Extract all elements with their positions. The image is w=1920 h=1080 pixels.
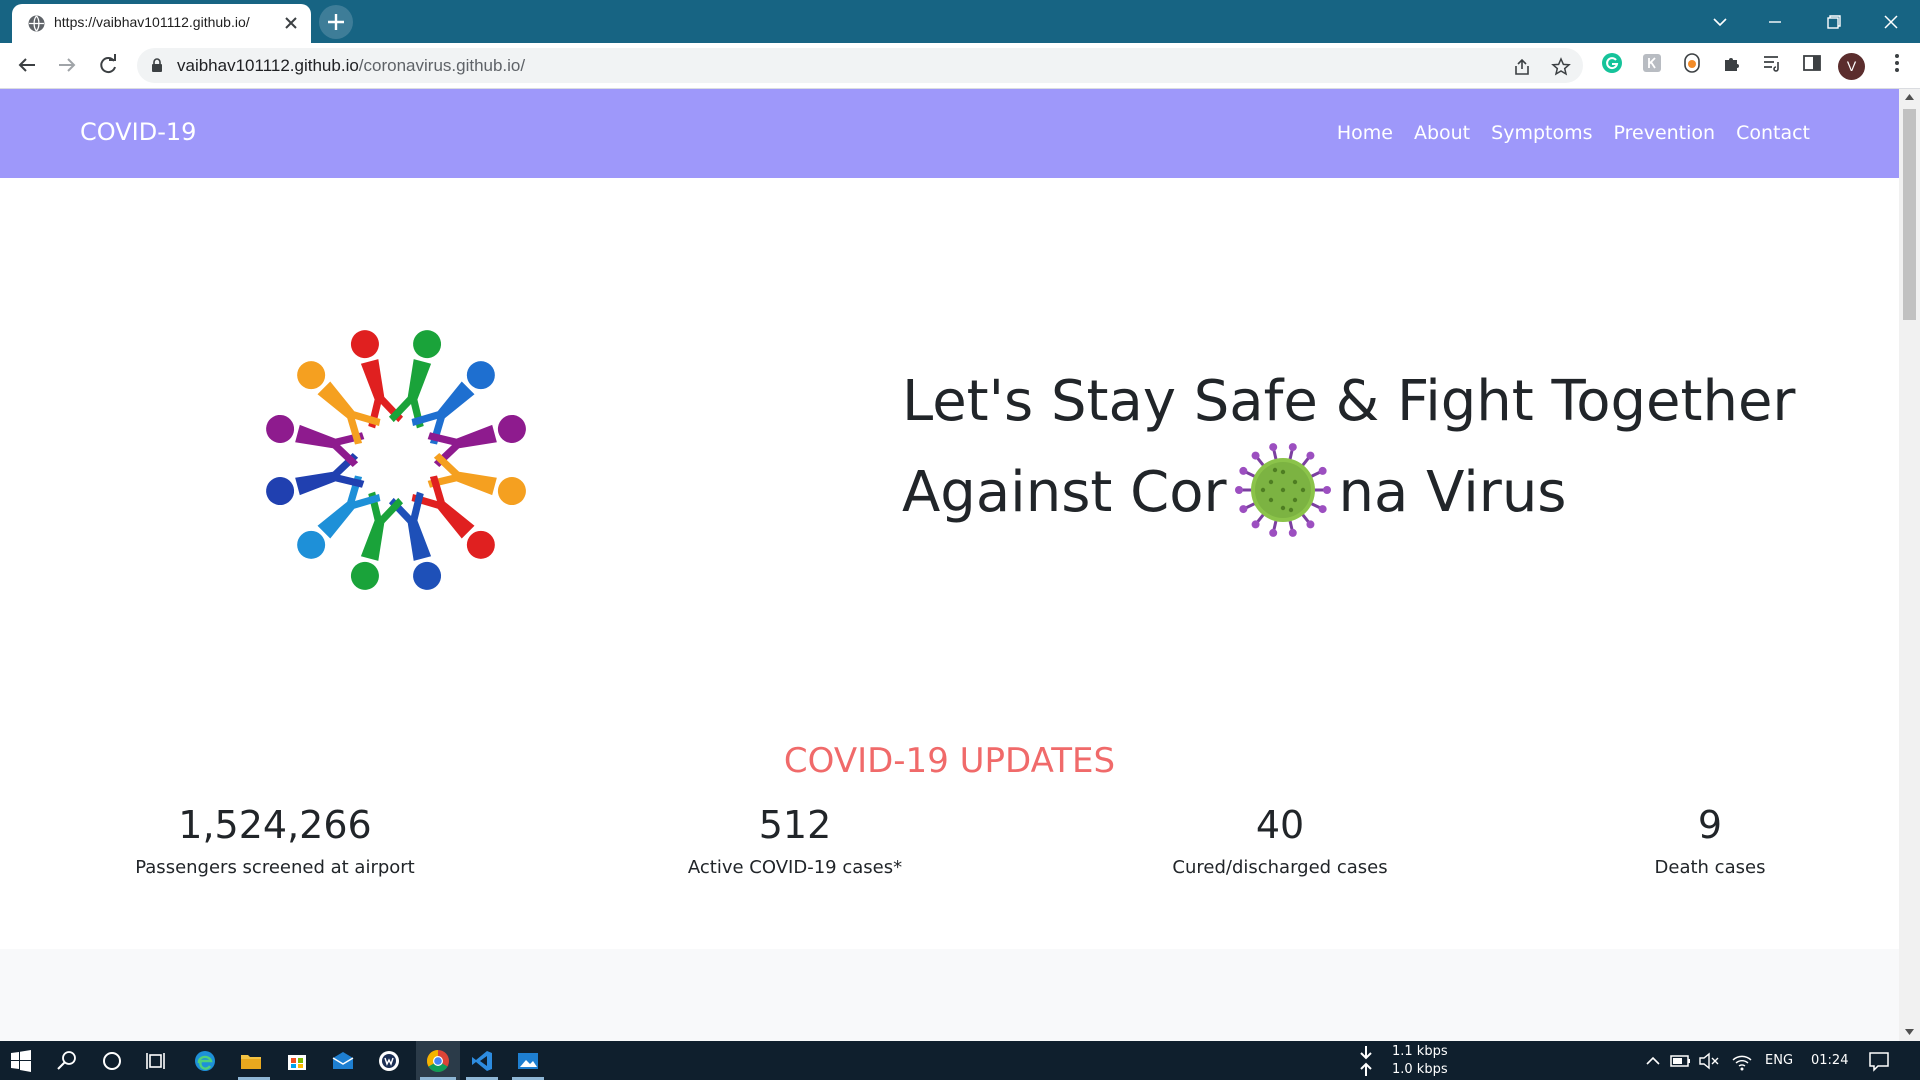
site-nav-links: Home About Symptoms Prevention Contact [1337,122,1810,144]
scroll-up-icon[interactable] [1904,92,1915,102]
grammarly-icon[interactable] [1601,52,1623,74]
hero-line-1: Let's Stay Safe & Fight Together [902,369,1796,434]
restore-icon[interactable] [1818,8,1848,36]
stat-label: Death cases [1654,857,1766,878]
people-circle-logo [266,330,526,590]
file-explorer-icon[interactable] [238,1048,264,1074]
stat-value: 512 [758,803,832,847]
nav-link-contact[interactable]: Contact [1736,122,1810,144]
side-panel-icon[interactable] [1801,52,1823,74]
stat-label: Active COVID-19 cases* [687,857,903,878]
reload-icon[interactable] [94,51,122,79]
lock-icon[interactable] [150,58,164,73]
chevron-up-icon[interactable] [1640,1048,1666,1074]
battery-icon[interactable] [1668,1048,1694,1074]
stat-value: 40 [1255,803,1305,847]
vscode-icon[interactable] [469,1048,495,1074]
extension-orange-icon[interactable] [1681,52,1703,74]
net-up-speed: 1.0 kbps [1392,1062,1448,1077]
bookmark-star-icon[interactable] [1551,57,1571,77]
edge-icon[interactable] [192,1048,218,1074]
site-navbar: COVID-19 Home About Symptoms Prevention … [0,89,1899,178]
extensions-puzzle-icon[interactable] [1721,52,1743,74]
url-host: vaibhav101112.github.io [177,56,359,75]
close-window-icon[interactable] [1876,8,1906,36]
nav-link-about[interactable]: About [1414,122,1470,144]
minimize-icon[interactable] [1760,8,1790,36]
tab-title: https://vaibhav101112.github.io/ [54,14,250,30]
url-path: /coronavirus.github.io/ [358,56,526,75]
mail-icon[interactable] [330,1048,356,1074]
network-speed-arrows-icon [1360,1046,1372,1076]
volume-muted-icon[interactable] [1696,1048,1722,1074]
site-brand[interactable]: COVID-19 [80,118,196,146]
stat-label: Passengers screened at airport [135,857,415,878]
stat-deaths: 9 Death cases [1560,803,1860,878]
page-viewport: COVID-19 Home About Symptoms Prevention … [0,89,1899,1041]
globe-icon [28,15,45,32]
windows-start-icon[interactable] [8,1048,34,1074]
forward-icon[interactable] [53,51,81,79]
stat-active-cases: 512 Active COVID-19 cases* [645,803,945,878]
language-indicator[interactable]: ENG [1765,1053,1793,1068]
new-tab-button[interactable] [319,5,353,39]
share-icon[interactable] [1512,57,1532,77]
task-view-icon[interactable] [144,1048,170,1074]
browser-tab[interactable]: https://vaibhav101112.github.io/ [12,4,311,43]
nav-link-symptoms[interactable]: Symptoms [1491,122,1592,144]
page-scrollbar[interactable] [1899,89,1920,1041]
cortana-icon[interactable] [99,1048,125,1074]
hero-heading: Let's Stay Safe & Fight Together Against… [902,357,1795,546]
next-section [0,949,1899,1041]
browser-toolbar: vaibhav101112.github.io/coronavirus.gith… [0,43,1920,89]
tab-search-icon[interactable] [1705,8,1735,36]
chrome-taskbar-active[interactable] [416,1041,460,1080]
browser-titlebar: https://vaibhav101112.github.io/ [0,0,1920,43]
nav-link-prevention[interactable]: Prevention [1614,122,1716,144]
hero-line-2-part-a: Against Cor [902,460,1227,526]
notifications-icon[interactable] [1866,1048,1892,1074]
stat-value: 9 [1697,803,1723,847]
wifi-icon[interactable] [1729,1048,1755,1074]
updates-title: COVID-19 UPDATES [783,741,1116,781]
clock[interactable]: 01:24 [1811,1053,1848,1068]
chrome-icon [427,1050,449,1072]
stat-label: Cured/discharged cases [1172,857,1388,878]
close-tab-icon[interactable] [282,14,300,32]
stat-cured: 40 Cured/discharged cases [1130,803,1430,878]
plus-icon [328,14,344,30]
stat-value: 1,524,266 [178,803,372,847]
scroll-down-icon[interactable] [1904,1027,1915,1037]
reading-list-icon[interactable] [1761,52,1783,74]
hero-line-2: Against Cor na Virus [902,443,1795,546]
nav-link-home[interactable]: Home [1337,122,1393,144]
url-text[interactable]: vaibhav101112.github.io/coronavirus.gith… [177,56,525,76]
app-w-icon[interactable] [376,1048,402,1074]
windows-taskbar: 1.1 kbps 1.0 kbps ENG 01:24 [0,1041,1920,1080]
address-bar[interactable]: vaibhav101112.github.io/coronavirus.gith… [137,48,1583,83]
profile-avatar[interactable]: V [1838,53,1865,80]
net-down-speed: 1.1 kbps [1392,1044,1448,1059]
search-icon[interactable] [54,1048,80,1074]
hero-line-2-part-b: na Virus [1338,460,1567,526]
scrollbar-thumb[interactable] [1903,109,1916,320]
menu-kebab-icon[interactable] [1886,52,1908,74]
microsoft-store-icon[interactable] [284,1048,310,1074]
stat-passengers: 1,524,266 Passengers screened at airport [125,803,425,878]
photos-icon[interactable] [515,1048,541,1074]
coronavirus-icon [1234,443,1331,537]
back-icon[interactable] [13,51,41,79]
extension-k-icon[interactable] [1641,52,1663,74]
